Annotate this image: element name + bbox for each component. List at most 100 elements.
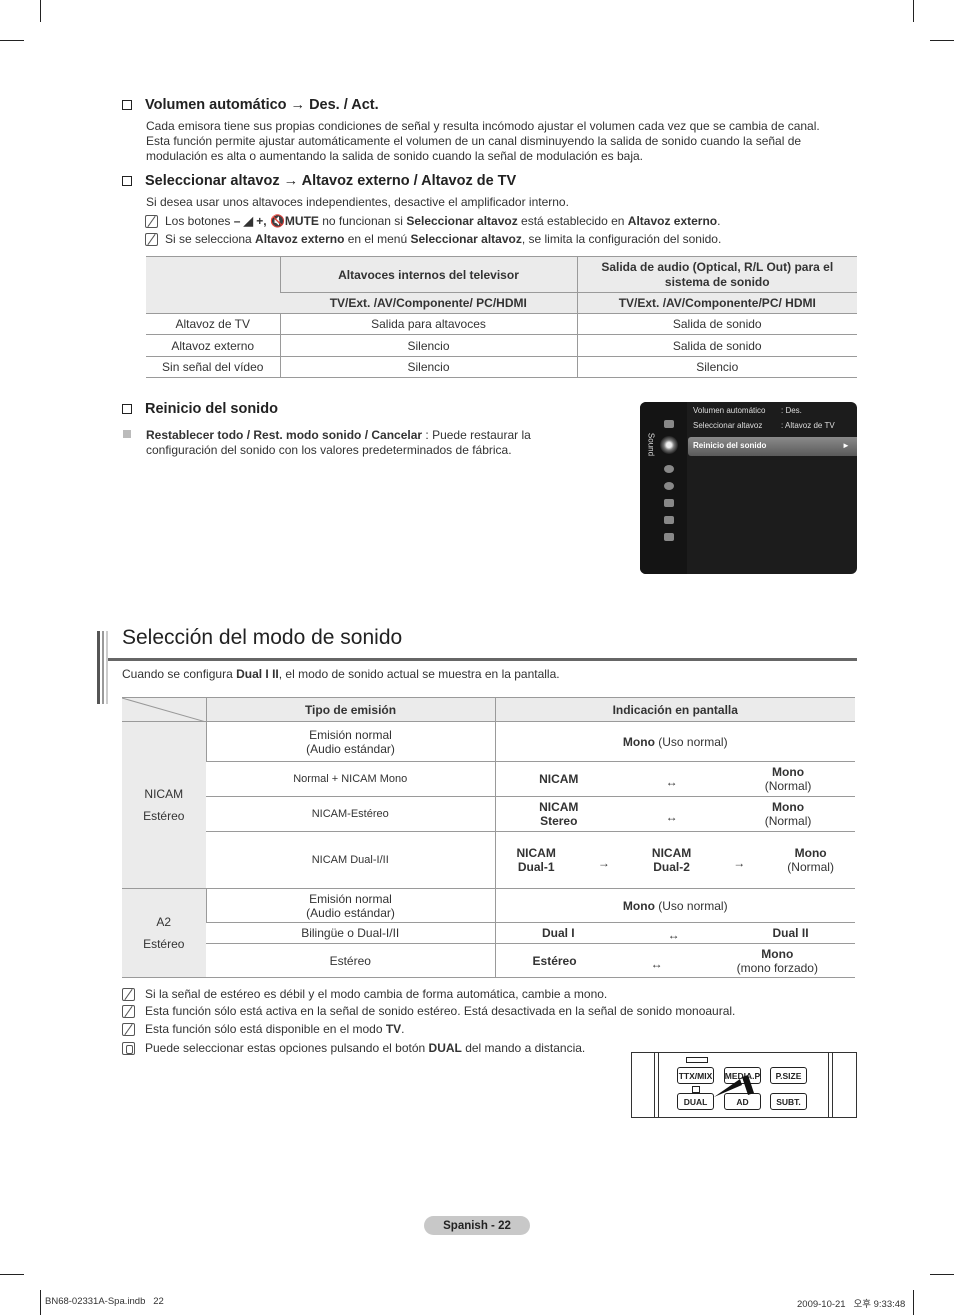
diagonal-line	[122, 698, 206, 722]
section-heading-reset: Reinicio del sonido	[122, 401, 278, 417]
text-line: Esta función permite ajustar automáticam…	[146, 134, 802, 148]
display-cell: NICAM Dual-1 → NICAM Dual-2 → Mono (Normal)	[494, 831, 855, 889]
note-text: Esta función sólo está activa en la seña…	[145, 1004, 736, 1018]
type-cell: Emisión normal (Audio estándar)	[205, 888, 495, 923]
table-row: Altavoz de TV Salida para altavoces Sali…	[146, 313, 857, 335]
table-header: Altavoces internos del televisor	[279, 256, 577, 293]
remote-edge	[828, 1053, 829, 1117]
title-bar-decoration	[97, 631, 100, 704]
teletext-icon	[686, 1057, 708, 1063]
speaker-output-table: Altavoces internos del televisor Salida …	[146, 256, 857, 378]
table-cell: Silencio	[576, 356, 857, 378]
footer-file-name: BN68-02331A-Spa.indb 22	[45, 1296, 164, 1307]
text: : Puede restaurar la	[422, 428, 531, 442]
note-dual-button: Puede seleccionar estas opciones pulsand…	[122, 1041, 585, 1056]
type-cell: Estéreo	[206, 943, 495, 978]
remote-edge	[832, 1053, 833, 1117]
crop-mark	[913, 0, 914, 22]
table-cell: Silencio	[279, 334, 577, 357]
note-tv-mode: Esta función sólo está disponible en el …	[122, 1022, 405, 1037]
table-corner	[146, 256, 280, 314]
table-header: Salida de audio (Optical, R/L Out) para …	[576, 256, 857, 293]
note-icon	[145, 215, 158, 228]
menu-item-sound-reset-label: Reinicio del sonido	[693, 441, 767, 450]
type-cell: Emisión normal (Audio estándar)	[205, 721, 495, 762]
mode-intro: Cuando se configura Dual I II, el modo d…	[122, 667, 560, 681]
type-cell: Bilingüe o Dual-I/II	[206, 922, 495, 944]
footer-timestamp: 2009-10-21 오후 9:33:48	[797, 1299, 906, 1310]
table-cell: Sin señal del vídeo	[146, 356, 280, 378]
note-weak-stereo: Si la señal de estéreo es débil y el mod…	[122, 987, 607, 1002]
checkbox-bullet-icon	[122, 176, 132, 186]
display-cell: Estéreo ↔ Mono (mono forzado)	[494, 943, 855, 978]
speaker-description: Si desea usar unos altavoces independien…	[146, 195, 569, 209]
note-icon	[122, 1005, 135, 1018]
crop-mark	[913, 1290, 914, 1315]
note-text: Esta función sólo está disponible en el …	[145, 1022, 405, 1036]
input-icon	[664, 499, 674, 507]
table-header: Indicación en pantalla	[494, 697, 855, 722]
crop-mark	[40, 1290, 41, 1315]
table-cell: Altavoz de TV	[146, 313, 280, 335]
table-row: Sin señal del vídeo Silencio Silencio	[146, 356, 857, 378]
title-bar-decoration	[106, 631, 108, 704]
crop-mark	[930, 40, 954, 41]
table-row: Bilingüe o Dual-I/II Dual I ↔ Dual II	[122, 922, 855, 944]
section-heading-speaker: Seleccionar altavoz → Altavoz externo / …	[122, 173, 516, 189]
table-row: NICAM-Estéreo NICAM Stereo ↔ Mono (Normal)	[122, 796, 855, 832]
subt-button[interactable]: SUBT.	[770, 1093, 807, 1110]
menu-item-speaker-select[interactable]: Seleccionar altavoz	[693, 421, 762, 430]
text-line: configuración del sonido con los valores…	[146, 443, 512, 457]
note-speaker-limit: Si se selecciona Altavoz externo en el m…	[145, 232, 721, 247]
display-cell: Mono (Uso normal)	[494, 721, 855, 762]
note-icon	[122, 1023, 135, 1036]
table-corner-diagonal	[122, 697, 206, 722]
table-cell: Silencio	[279, 356, 577, 378]
support-icon	[664, 533, 674, 541]
page-number-badge: Spanish - 22	[424, 1216, 530, 1235]
note-text: Si la señal de estéreo es débil y el mod…	[145, 987, 608, 1001]
note-stereo-only: Esta función sólo está activa en la seña…	[122, 1004, 735, 1019]
heading-text: Volumen automático → Des. / Act.	[145, 97, 379, 113]
bidirectional-arrow-icon: ↔	[650, 956, 663, 971]
remote-icon	[122, 1042, 135, 1055]
arrow-right-icon: ►	[842, 441, 850, 450]
dual-button[interactable]: DUAL	[677, 1093, 714, 1110]
picture-icon	[664, 420, 674, 428]
arrow-right-icon: →	[733, 856, 746, 870]
bidirectional-arrow-icon: ↔	[665, 810, 678, 824]
note-text: Puede seleccionar estas opciones pulsand…	[145, 1041, 586, 1055]
title-bar-decoration	[102, 631, 104, 704]
text-line: Cada emisora tiene sus propias condicion…	[146, 119, 820, 133]
reset-options: Restablecer todo / Rest. modo sonido / C…	[146, 428, 423, 442]
arrow-right-icon: →	[597, 856, 610, 870]
table-subheader: TV/Ext. /AV/Componente/PC/ HDMI	[576, 292, 857, 314]
section-heading-volume: Volumen automático → Des. / Act.	[122, 97, 379, 113]
crop-mark	[930, 1274, 954, 1275]
setup-icon	[664, 482, 674, 490]
heading-text: Reinicio del sonido	[145, 401, 278, 417]
bidirectional-arrow-icon: ↔	[667, 928, 680, 942]
square-bullet-icon	[123, 430, 131, 438]
remote-control-illustration: TTX/MIX MEDIA.P P.SIZE DUAL AD SUBT.	[631, 1052, 857, 1118]
crop-mark	[40, 0, 41, 22]
p-size-button[interactable]: P.SIZE	[770, 1067, 807, 1084]
sidebar-label: Sound	[646, 432, 656, 457]
display-cell: NICAM Stereo ↔ Mono (Normal)	[494, 796, 855, 832]
group-cell-a2: A2 Estéreo	[122, 888, 206, 978]
table-row: Normal + NICAM Mono NICAM ↔ Mono (Normal)	[122, 761, 855, 797]
table-row: Estéreo Estéreo ↔ Mono (mono forzado)	[122, 943, 855, 978]
remote-edge	[654, 1053, 655, 1117]
type-cell: Normal + NICAM Mono	[206, 761, 495, 797]
table-cell: Salida de sonido	[576, 334, 857, 357]
crop-mark	[0, 40, 24, 41]
text-line: modulación es alta o aumentando la salid…	[146, 149, 644, 163]
menu-item-auto-volume[interactable]: Volumen automático	[693, 406, 766, 415]
display-cell: Mono (Uso normal)	[494, 888, 855, 923]
display-cell: Dual I ↔ Dual II	[494, 922, 855, 944]
table-cell: Salida de sonido	[576, 313, 857, 335]
ttx-mix-button[interactable]: TTX/MIX	[677, 1067, 714, 1084]
note-text: Los botones – ◢ +, 🔇MUTE no funcionan si…	[165, 214, 721, 228]
menu-item-speaker-select-value: : Altavoz de TV	[781, 421, 835, 430]
reset-description: Restablecer todo / Rest. modo sonido / C…	[146, 428, 531, 458]
